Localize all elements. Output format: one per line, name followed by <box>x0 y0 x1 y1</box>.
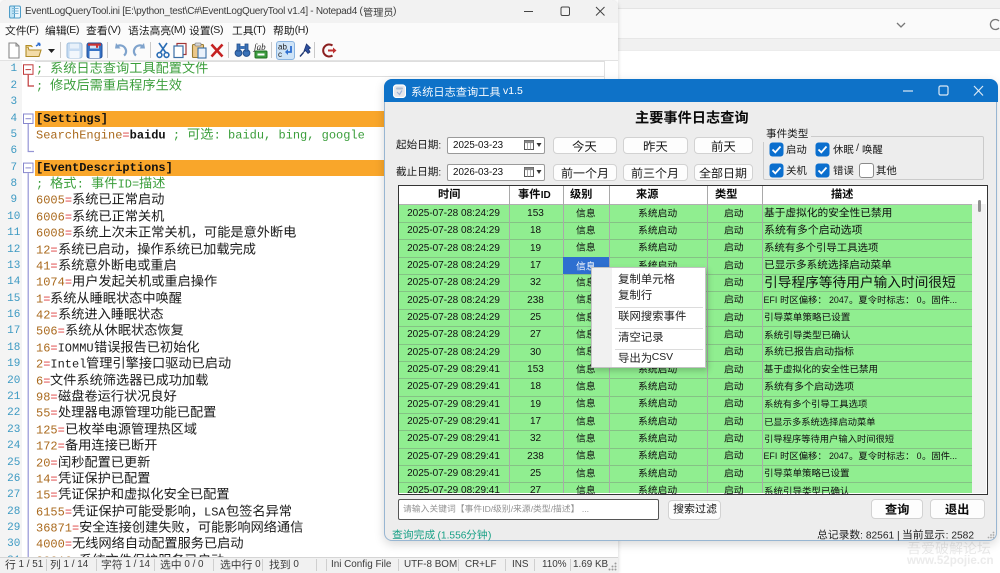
svg-text:c: c <box>278 50 282 59</box>
